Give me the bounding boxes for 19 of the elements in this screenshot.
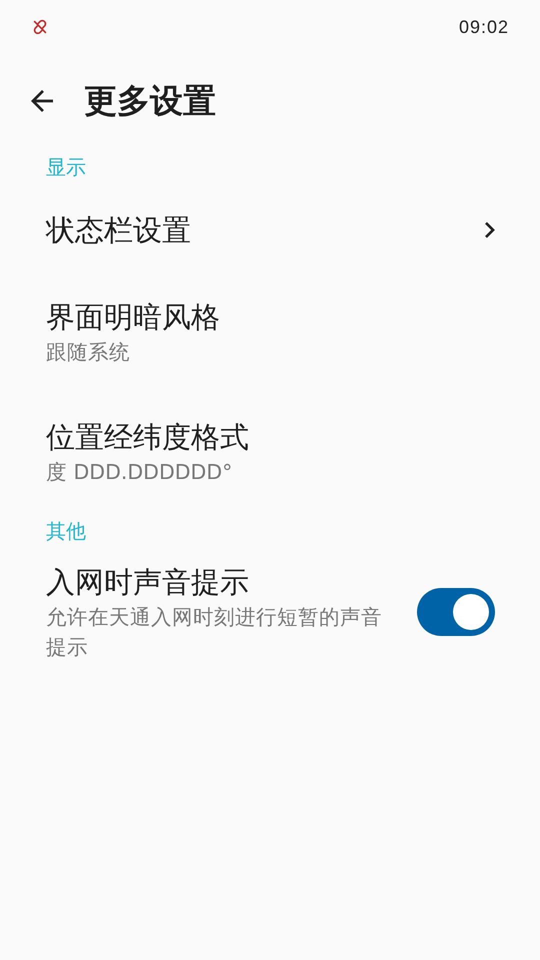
item-title: 状态栏设置 bbox=[46, 212, 192, 249]
section-header: 其他 bbox=[45, 518, 87, 545]
back-arrow-icon bbox=[31, 90, 53, 112]
item-title: 位置经纬度格式 bbox=[46, 419, 250, 456]
section-header: 显示 bbox=[45, 154, 87, 181]
settings-item[interactable]: 界面明暗风格 跟随系统 bbox=[0, 272, 540, 392]
item-summary: 度 DDD.DDDDDD° bbox=[46, 459, 234, 486]
item-title: 界面明暗风格 bbox=[46, 299, 221, 336]
chevron-right-icon bbox=[485, 222, 495, 238]
settings-item[interactable]: 状态栏设置 bbox=[0, 188, 540, 272]
settings-item[interactable]: 位置经纬度格式 度 DDD.DDDDDD° bbox=[0, 392, 540, 512]
item-summary: 允许在天通入网时刻进行短暂的声音提示 bbox=[46, 604, 383, 661]
toggle-switch[interactable] bbox=[417, 588, 495, 636]
item-summary: 跟随系统 bbox=[46, 339, 131, 366]
link-off-icon bbox=[31, 18, 49, 36]
page-title: 更多设置 bbox=[84, 80, 216, 122]
item-title: 入网时声音提示 bbox=[46, 564, 250, 601]
settings-item[interactable]: 入网时声音提示 允许在天通入网时刻进行短暂的声音提示 bbox=[0, 552, 540, 672]
status-time: 09:02 bbox=[458, 16, 509, 38]
